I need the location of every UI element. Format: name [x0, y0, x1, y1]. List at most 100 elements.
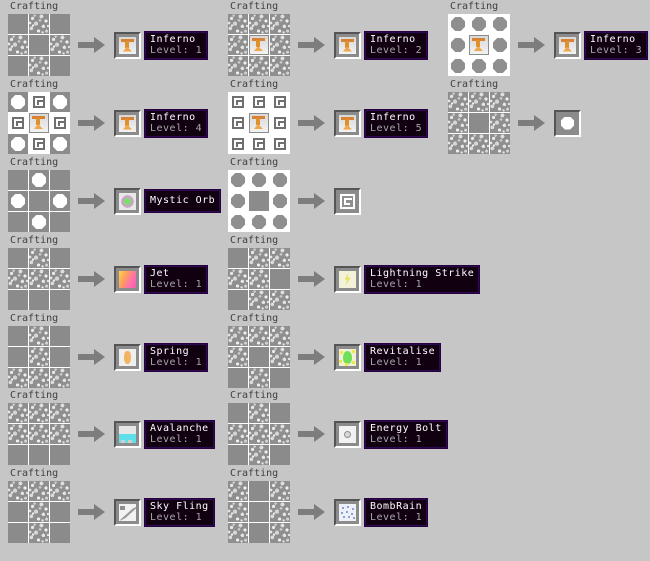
ingredient-slot-7[interactable] — [29, 212, 49, 232]
ingredient-slot-3[interactable] — [448, 35, 468, 55]
ingredient-slot-3[interactable] — [228, 347, 248, 367]
ingredient-slot-3[interactable] — [228, 35, 248, 55]
crafting-grid[interactable] — [8, 170, 70, 232]
ingredient-slot-2[interactable] — [50, 403, 70, 423]
crafting-grid[interactable] — [228, 92, 290, 154]
ingredient-slot-5[interactable] — [270, 35, 290, 55]
ingredient-slot-5[interactable] — [270, 269, 290, 289]
ingredient-slot-5[interactable] — [50, 113, 70, 133]
ingredient-slot-2[interactable] — [270, 326, 290, 346]
ingredient-slot-5[interactable] — [490, 113, 510, 133]
ingredient-slot-1[interactable] — [249, 170, 269, 190]
ingredient-slot-2[interactable] — [50, 14, 70, 34]
ingredient-slot-8[interactable] — [50, 212, 70, 232]
ingredient-slot-1[interactable] — [29, 14, 49, 34]
result-slot[interactable] — [334, 420, 361, 448]
ingredient-slot-3[interactable] — [8, 424, 28, 444]
ingredient-slot-0[interactable] — [228, 481, 248, 501]
ingredient-slot-4[interactable] — [249, 35, 269, 55]
result-slot[interactable] — [334, 265, 361, 293]
ingredient-slot-7[interactable] — [249, 368, 269, 388]
ingredient-slot-0[interactable] — [228, 14, 248, 34]
ingredient-slot-3[interactable] — [448, 113, 468, 133]
ingredient-slot-3[interactable] — [228, 424, 248, 444]
ingredient-slot-6[interactable] — [8, 134, 28, 154]
ingredient-slot-6[interactable] — [8, 523, 28, 543]
ingredient-slot-1[interactable] — [29, 481, 49, 501]
crafting-grid[interactable] — [8, 14, 70, 76]
ingredient-slot-2[interactable] — [270, 170, 290, 190]
ingredient-slot-2[interactable] — [50, 481, 70, 501]
result-slot[interactable] — [554, 109, 581, 137]
ingredient-slot-3[interactable] — [8, 113, 28, 133]
ingredient-slot-7[interactable] — [249, 445, 269, 465]
ingredient-slot-0[interactable] — [228, 248, 248, 268]
ingredient-slot-7[interactable] — [249, 290, 269, 310]
ingredient-slot-5[interactable] — [270, 424, 290, 444]
ingredient-slot-8[interactable] — [270, 56, 290, 76]
ingredient-slot-7[interactable] — [249, 56, 269, 76]
ingredient-slot-1[interactable] — [29, 248, 49, 268]
ingredient-slot-5[interactable] — [50, 347, 70, 367]
ingredient-slot-8[interactable] — [270, 212, 290, 232]
result-slot[interactable] — [334, 31, 361, 59]
ingredient-slot-6[interactable] — [228, 523, 248, 543]
ingredient-slot-7[interactable] — [29, 290, 49, 310]
ingredient-slot-6[interactable] — [8, 56, 28, 76]
ingredient-slot-0[interactable] — [228, 170, 248, 190]
ingredient-slot-4[interactable] — [29, 191, 49, 211]
ingredient-slot-1[interactable] — [29, 326, 49, 346]
ingredient-slot-7[interactable] — [469, 56, 489, 76]
crafting-grid[interactable] — [8, 248, 70, 310]
ingredient-slot-4[interactable] — [29, 502, 49, 522]
ingredient-slot-8[interactable] — [50, 445, 70, 465]
ingredient-slot-7[interactable] — [29, 56, 49, 76]
ingredient-slot-6[interactable] — [228, 445, 248, 465]
ingredient-slot-8[interactable] — [50, 134, 70, 154]
ingredient-slot-2[interactable] — [50, 326, 70, 346]
ingredient-slot-5[interactable] — [50, 35, 70, 55]
ingredient-slot-5[interactable] — [270, 113, 290, 133]
result-slot[interactable] — [334, 187, 361, 215]
crafting-grid[interactable] — [8, 326, 70, 388]
ingredient-slot-7[interactable] — [29, 445, 49, 465]
ingredient-slot-3[interactable] — [228, 113, 248, 133]
ingredient-slot-6[interactable] — [8, 368, 28, 388]
ingredient-slot-1[interactable] — [249, 481, 269, 501]
ingredient-slot-6[interactable] — [448, 56, 468, 76]
result-slot[interactable] — [114, 343, 141, 371]
ingredient-slot-4[interactable] — [249, 424, 269, 444]
ingredient-slot-1[interactable] — [469, 14, 489, 34]
ingredient-slot-6[interactable] — [228, 368, 248, 388]
result-slot[interactable] — [114, 109, 141, 137]
ingredient-slot-0[interactable] — [228, 403, 248, 423]
ingredient-slot-6[interactable] — [8, 445, 28, 465]
ingredient-slot-7[interactable] — [29, 368, 49, 388]
ingredient-slot-6[interactable] — [228, 212, 248, 232]
ingredient-slot-4[interactable] — [469, 35, 489, 55]
ingredient-slot-3[interactable] — [8, 35, 28, 55]
ingredient-slot-3[interactable] — [8, 191, 28, 211]
ingredient-slot-4[interactable] — [469, 113, 489, 133]
result-slot[interactable] — [114, 420, 141, 448]
ingredient-slot-7[interactable] — [29, 134, 49, 154]
ingredient-slot-1[interactable] — [249, 403, 269, 423]
ingredient-slot-5[interactable] — [50, 191, 70, 211]
ingredient-slot-2[interactable] — [270, 92, 290, 112]
ingredient-slot-4[interactable] — [249, 347, 269, 367]
ingredient-slot-0[interactable] — [8, 14, 28, 34]
result-slot[interactable] — [334, 343, 361, 371]
crafting-grid[interactable] — [228, 403, 290, 465]
ingredient-slot-2[interactable] — [490, 14, 510, 34]
ingredient-slot-1[interactable] — [469, 92, 489, 112]
ingredient-slot-7[interactable] — [29, 523, 49, 543]
crafting-grid[interactable] — [228, 170, 290, 232]
crafting-grid[interactable] — [448, 14, 510, 76]
ingredient-slot-7[interactable] — [249, 134, 269, 154]
ingredient-slot-4[interactable] — [29, 35, 49, 55]
ingredient-slot-1[interactable] — [249, 248, 269, 268]
ingredient-slot-0[interactable] — [228, 326, 248, 346]
ingredient-slot-0[interactable] — [8, 403, 28, 423]
ingredient-slot-7[interactable] — [469, 134, 489, 154]
ingredient-slot-5[interactable] — [50, 502, 70, 522]
